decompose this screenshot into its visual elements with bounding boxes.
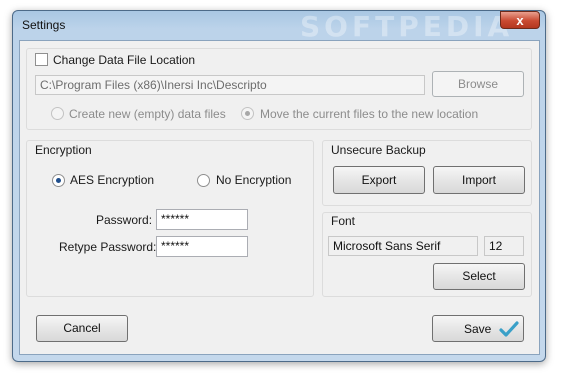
window-title: Settings bbox=[22, 18, 66, 32]
font-size-display: 12 bbox=[484, 236, 524, 256]
browse-button[interactable]: Browse bbox=[432, 71, 524, 97]
save-button[interactable]: Save bbox=[432, 315, 524, 342]
retype-password-field[interactable]: ****** bbox=[156, 236, 248, 257]
close-icon: x bbox=[516, 13, 524, 28]
change-location-checkbox[interactable] bbox=[35, 53, 48, 66]
encryption-group-label: Encryption bbox=[35, 143, 92, 157]
create-new-files-label: Create new (empty) data files bbox=[69, 107, 226, 121]
change-location-label: Change Data File Location bbox=[53, 53, 196, 67]
export-button[interactable]: Export bbox=[333, 166, 425, 194]
close-button[interactable]: x bbox=[500, 11, 540, 29]
aes-encryption-radio[interactable] bbox=[52, 174, 65, 187]
font-name-display: Microsoft Sans Serif bbox=[328, 236, 478, 256]
save-button-label: Save bbox=[464, 322, 492, 336]
password-label: Password: bbox=[96, 213, 153, 227]
font-group-label: Font bbox=[331, 214, 356, 228]
import-button[interactable]: Import bbox=[433, 166, 525, 194]
retype-password-label: Retype Password: bbox=[59, 240, 157, 254]
softpedia-watermark: SOFTPEDIA bbox=[300, 10, 514, 43]
no-encryption-label: No Encryption bbox=[216, 173, 292, 187]
select-font-button[interactable]: Select bbox=[433, 263, 525, 290]
password-field[interactable]: ****** bbox=[156, 209, 248, 230]
create-new-files-radio[interactable] bbox=[51, 107, 64, 120]
data-path-field[interactable]: C:\Program Files (x86)\Inersi Inc\Descri… bbox=[35, 75, 425, 95]
no-encryption-radio[interactable] bbox=[197, 174, 210, 187]
move-files-label: Move the current files to the new locati… bbox=[260, 107, 479, 121]
aes-encryption-label: AES Encryption bbox=[70, 173, 155, 187]
checkmark-icon bbox=[499, 321, 519, 337]
cancel-button[interactable]: Cancel bbox=[36, 315, 128, 342]
backup-group-label: Unsecure Backup bbox=[331, 143, 426, 157]
move-files-radio[interactable] bbox=[241, 107, 254, 120]
